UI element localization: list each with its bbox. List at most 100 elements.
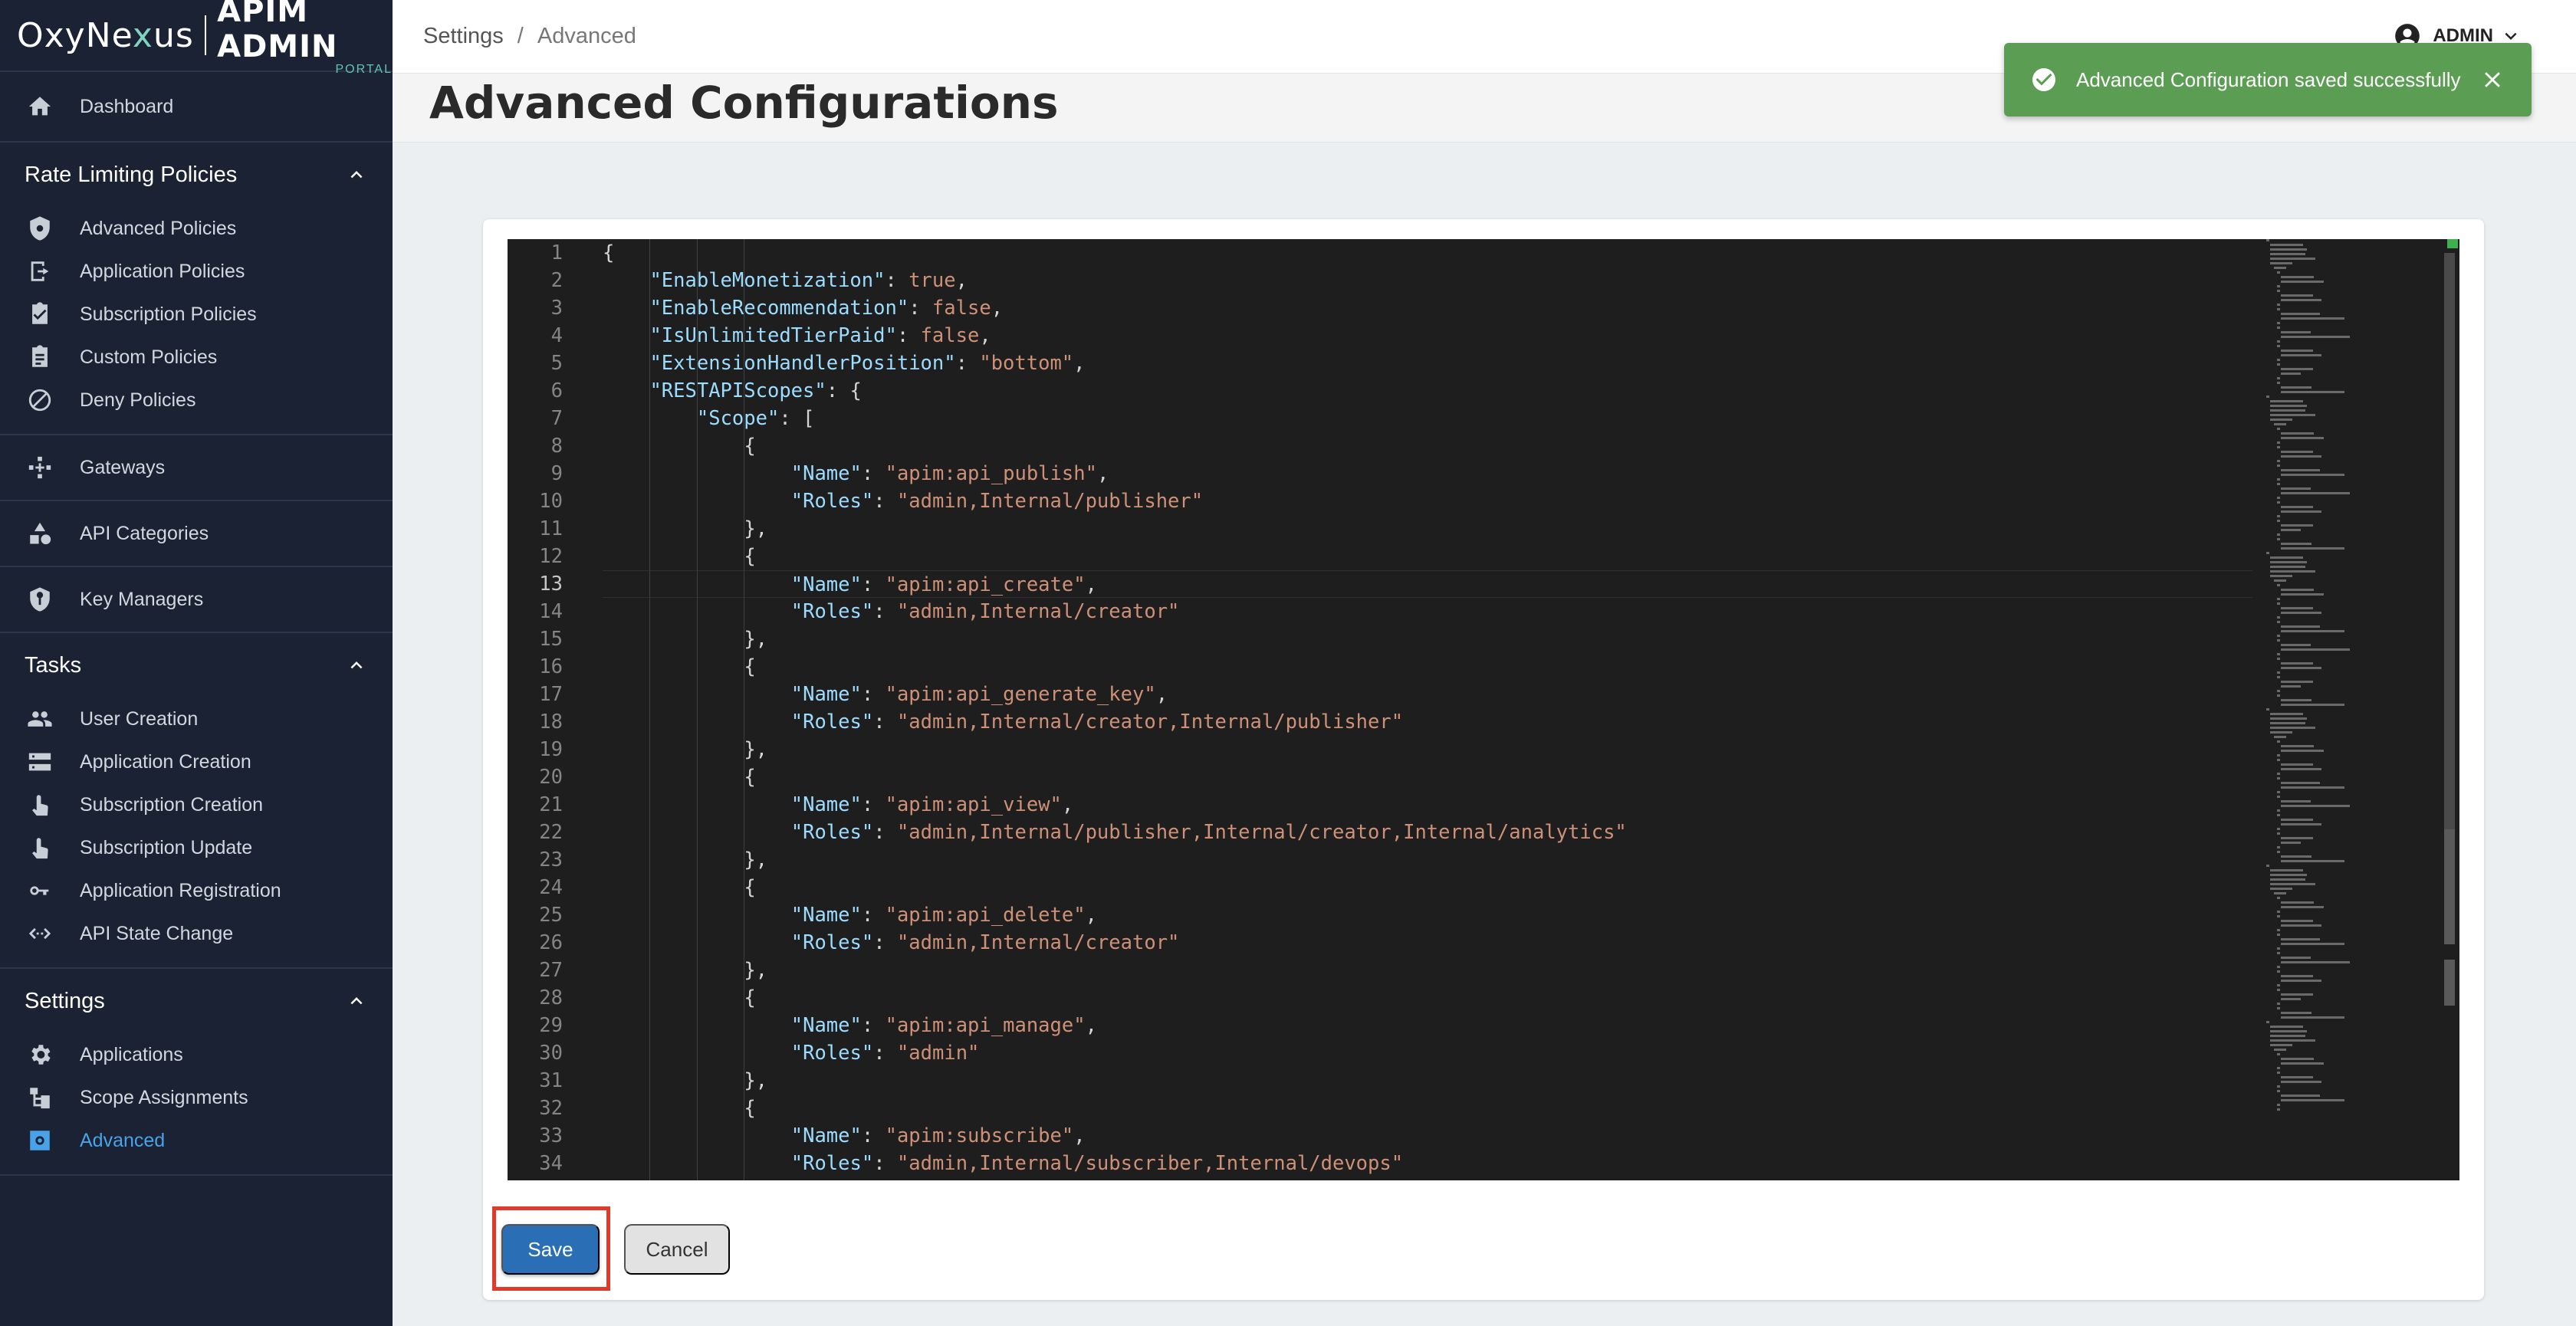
close-icon[interactable] <box>2479 67 2505 93</box>
sidebar-item-custom-policies[interactable]: Custom Policies <box>0 336 393 379</box>
cancel-button[interactable]: Cancel <box>624 1224 730 1275</box>
touch-icon <box>25 832 55 863</box>
success-toast: Advanced Configuration saved successfull… <box>2004 43 2532 117</box>
code-line: "Roles": "admin,Internal/creator" <box>790 600 1180 623</box>
sidebar-item-application-creation[interactable]: Application Creation <box>0 740 393 783</box>
line-number: 19 <box>539 738 563 761</box>
code-line: { <box>603 241 615 264</box>
sidebar-item-key-managers[interactable]: Key Managers <box>0 567 393 632</box>
brand-title: APIM ADMIN <box>217 0 338 64</box>
line-number: 8 <box>550 435 563 458</box>
sidebar-item-subscription-policies[interactable]: Subscription Policies <box>0 293 393 336</box>
code-line: "Scope": [ <box>696 407 815 430</box>
categories-icon <box>25 518 55 549</box>
line-number: 2 <box>550 269 563 292</box>
scrollbar-marker <box>2444 829 2455 944</box>
code-area[interactable]: { "EnableMonetization": true, "EnableRec… <box>603 239 2252 1180</box>
line-number: 11 <box>539 517 563 540</box>
section-rate-limiting[interactable]: Rate Limiting Policies <box>0 143 393 207</box>
line-number: 33 <box>539 1124 563 1147</box>
scrollbar-marker <box>2444 960 2455 1006</box>
section-settings[interactable]: Settings <box>0 969 393 1033</box>
line-number: 28 <box>539 986 563 1009</box>
code-line: "Name": "apim:api_delete", <box>790 904 1097 927</box>
brand-subtitle: PORTAL <box>335 63 393 76</box>
code-line: { <box>744 655 756 678</box>
code-line: { <box>744 545 756 568</box>
line-number: 32 <box>539 1097 563 1120</box>
sidebar-item-user-creation[interactable]: User Creation <box>0 697 393 740</box>
json-code-editor[interactable]: 1 2 3 4 5 6 7 8 9 10 11 12 13 14 15 16 17 18 19 20 21 22 23 24 2… <box>508 239 2459 1180</box>
line-number: 22 <box>539 821 563 844</box>
code-arrows-icon <box>25 918 55 949</box>
sidebar-item-subscription-creation[interactable]: Subscription Creation <box>0 783 393 826</box>
sidebar-item-api-state-change[interactable]: API State Change <box>0 912 393 955</box>
sidebar-item-applications[interactable]: Applications <box>0 1033 393 1076</box>
save-button[interactable]: Save <box>501 1224 600 1275</box>
people-icon <box>25 704 55 734</box>
code-line: "Roles": "admin,Internal/creator" <box>790 931 1180 954</box>
sidebar-item-application-registration[interactable]: Application Registration <box>0 869 393 912</box>
line-number: 6 <box>550 379 563 402</box>
code-line: "Name": "apim:api_view", <box>790 793 1074 816</box>
sidebar-item-application-policies[interactable]: Application Policies <box>0 250 393 293</box>
sidebar-item-advanced-policies[interactable]: Advanced Policies <box>0 207 393 250</box>
sidebar-item-advanced[interactable]: Advanced <box>0 1119 393 1162</box>
brand-separator <box>204 15 207 55</box>
breadcrumb-current: Advanced <box>537 24 636 48</box>
toast-message: Advanced Configuration saved successfull… <box>2076 67 2461 91</box>
code-line: "Name": "apim:api_create", <box>603 570 2252 598</box>
home-icon <box>25 91 55 122</box>
code-line: }, <box>744 1069 768 1092</box>
line-number: 29 <box>539 1014 563 1037</box>
storage-icon <box>25 747 55 777</box>
code-line: "IsUnlimitedTierPaid": false, <box>649 324 991 347</box>
breadcrumb-settings[interactable]: Settings <box>423 24 504 49</box>
code-line: "ExtensionHandlerPosition": "bottom", <box>649 352 1086 375</box>
code-line: { <box>744 986 756 1009</box>
chevron-up-icon <box>345 163 368 186</box>
line-number: 24 <box>539 876 563 899</box>
code-line: }, <box>744 738 768 761</box>
line-number: 18 <box>539 711 563 734</box>
code-line: "Name": "apim:api_publish", <box>790 462 1109 485</box>
line-number: 15 <box>539 628 563 651</box>
clipboard-list-icon <box>25 342 55 373</box>
section-tasks[interactable]: Tasks <box>0 633 393 697</box>
editor-minimap[interactable] <box>2254 239 2438 1180</box>
sidebar-item-api-categories[interactable]: API Categories <box>0 501 393 566</box>
key-shield-icon <box>25 584 55 615</box>
check-circle-icon <box>2030 66 2058 94</box>
code-line: "Roles": "admin,Internal/publisher" <box>790 490 1204 513</box>
line-number: 1 <box>550 241 563 264</box>
line-number: 10 <box>539 490 563 513</box>
line-number: 9 <box>550 462 563 485</box>
line-number: 4 <box>550 324 563 347</box>
gear-icon <box>25 1039 55 1070</box>
sidebar-item-scope-assignments[interactable]: Scope Assignments <box>0 1076 393 1119</box>
indent-guide <box>649 239 651 1180</box>
sidebar-item-dashboard[interactable]: Dashboard <box>0 72 393 141</box>
line-number: 5 <box>550 352 563 375</box>
sidebar-item-subscription-update[interactable]: Subscription Update <box>0 826 393 869</box>
code-line: "EnableRecommendation": false, <box>649 297 1004 320</box>
sidebar-item-deny-policies[interactable]: Deny Policies <box>0 379 393 422</box>
brand-logo[interactable]: OxyNexus APIM ADMIN PORTAL <box>0 0 393 76</box>
brand-name: OxyNexus <box>17 15 194 55</box>
gateway-icon <box>25 452 55 483</box>
code-line: }, <box>744 848 768 871</box>
line-number: 16 <box>539 655 563 678</box>
line-number: 3 <box>550 297 563 320</box>
line-number: 23 <box>539 848 563 871</box>
line-number: 31 <box>539 1069 563 1092</box>
line-number: 12 <box>539 545 563 568</box>
chevron-up-icon <box>345 654 368 677</box>
code-line: "RESTAPIScopes": { <box>649 379 862 402</box>
settings-box-icon <box>25 1125 55 1156</box>
code-line: "Name": "apim:subscribe", <box>790 1124 1086 1147</box>
code-line: }, <box>744 959 768 982</box>
sidebar-item-gateways[interactable]: Gateways <box>0 435 393 500</box>
code-line: "Roles": "admin,Internal/publisher,Inter… <box>790 821 1627 844</box>
code-line: "Roles": "admin,Internal/subscriber,Inte… <box>790 1152 1404 1175</box>
code-line: "Name": "apim:api_manage", <box>790 1014 1097 1037</box>
